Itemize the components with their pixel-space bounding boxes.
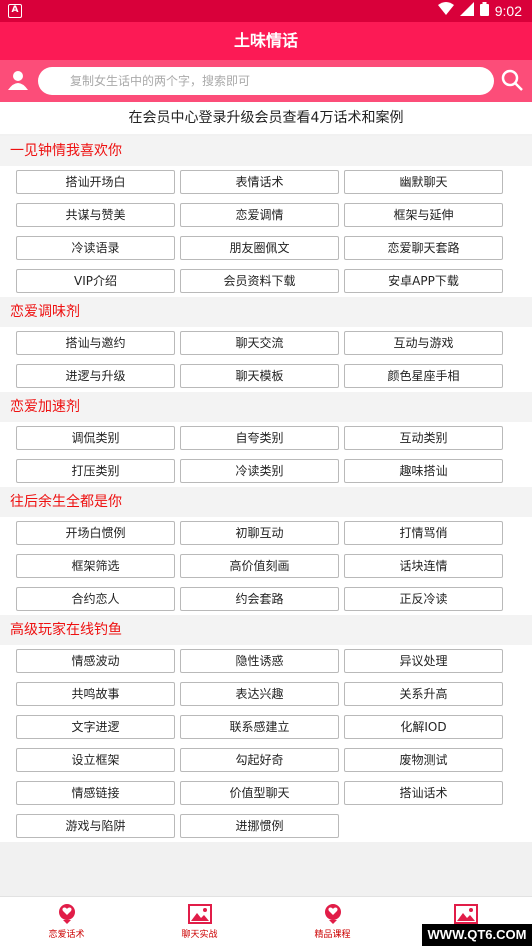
battery-icon	[479, 2, 489, 20]
category-button[interactable]: 框架筛选	[16, 554, 175, 578]
category-button[interactable]: VIP介绍	[16, 269, 175, 293]
category-button[interactable]: 聊天交流	[180, 331, 339, 355]
category-button[interactable]: 关系升高	[344, 682, 503, 706]
heart-badge-icon	[266, 903, 399, 925]
category-button[interactable]: 异议处理	[344, 649, 503, 673]
tab-label: 聊天实战	[181, 930, 218, 940]
category-button[interactable]: 表达兴趣	[180, 682, 339, 706]
category-button[interactable]: 聊天模板	[180, 364, 339, 388]
wifi-icon	[437, 2, 454, 20]
category-button[interactable]: 话块连情	[344, 554, 503, 578]
section-4: 往后余生全都是你 开场白惯例 初聊互动 打情骂俏 框架筛选 高价值刻画 话块连情…	[0, 487, 532, 615]
category-list: 一见钟情我喜欢你 搭讪开场白 表情话术 幽默聊天 共谋与赞美 恋爱调情 框架与延…	[0, 136, 532, 842]
category-button[interactable]: 打情骂俏	[344, 521, 503, 545]
category-button[interactable]: 恋爱调情	[180, 203, 339, 227]
category-button[interactable]: 化解IOD	[344, 715, 503, 739]
image-icon	[133, 903, 266, 925]
tab-premium-course[interactable]: 精品课程	[266, 897, 399, 946]
category-button[interactable]: 合约恋人	[16, 587, 175, 611]
category-button[interactable]: 隐性诱惑	[180, 649, 339, 673]
category-button[interactable]: 共鸣故事	[16, 682, 175, 706]
category-button[interactable]: 表情话术	[180, 170, 339, 194]
category-button[interactable]: 互动类别	[344, 426, 503, 450]
notification-icon: A	[8, 4, 22, 18]
tab-label: 恋爱话术	[48, 930, 85, 940]
category-button[interactable]: 共谋与赞美	[16, 203, 175, 227]
category-button[interactable]: 趣味搭讪	[344, 459, 503, 483]
category-button[interactable]: 框架与延伸	[344, 203, 503, 227]
status-bar: A 9:02	[0, 0, 532, 22]
category-button[interactable]: 初聊互动	[180, 521, 339, 545]
section-title: 一见钟情我喜欢你	[0, 136, 532, 166]
heart-badge-icon	[0, 903, 133, 925]
section-2: 恋爱调味剂 搭讪与邀约 聊天交流 互动与游戏 进逻与升级 聊天模板 颜色星座手相	[0, 297, 532, 392]
signal-icon	[459, 2, 474, 20]
section-title: 高级玩家在线钓鱼	[0, 615, 532, 645]
category-button[interactable]: 搭讪与邀约	[16, 331, 175, 355]
category-button[interactable]: 约会套路	[180, 587, 339, 611]
category-button[interactable]: 进逻与升级	[16, 364, 175, 388]
category-button[interactable]: 幽默聊天	[344, 170, 503, 194]
category-button[interactable]: 颜色星座手相	[344, 364, 503, 388]
category-button[interactable]: 勾起好奇	[180, 748, 339, 772]
tab-label: 精品课程	[314, 930, 351, 940]
category-button[interactable]: 互动与游戏	[344, 331, 503, 355]
tab-chat-practice[interactable]: 聊天实战	[133, 897, 266, 946]
category-button[interactable]: 冷读类别	[180, 459, 339, 483]
category-button[interactable]: 设立框架	[16, 748, 175, 772]
clock: 9:02	[494, 3, 522, 19]
category-button[interactable]: 联系感建立	[180, 715, 339, 739]
category-button[interactable]: 文字进逻	[16, 715, 175, 739]
category-button[interactable]: 会员资料下载	[180, 269, 339, 293]
category-button[interactable]: 打压类别	[16, 459, 175, 483]
section-title: 往后余生全都是你	[0, 487, 532, 517]
category-button[interactable]: 废物测试	[344, 748, 503, 772]
category-button[interactable]: 正反冷读	[344, 587, 503, 611]
search-input[interactable]: 复制女生话中的两个字，搜索即可	[38, 67, 494, 95]
category-button[interactable]: 开场白惯例	[16, 521, 175, 545]
member-banner[interactable]: 在会员中心登录升级会员查看4万话术和案例	[0, 102, 532, 134]
category-button[interactable]: 自夸类别	[180, 426, 339, 450]
category-button[interactable]: 情感波动	[16, 649, 175, 673]
category-button[interactable]: 游戏与陷阱	[16, 814, 175, 838]
category-button[interactable]: 情感链接	[16, 781, 175, 805]
category-button[interactable]: 冷读语录	[16, 236, 175, 260]
image-icon	[399, 903, 532, 925]
section-title: 恋爱加速剂	[0, 392, 532, 422]
tab-love-talk[interactable]: 恋爱话术	[0, 897, 133, 946]
app-title: 土味情话	[0, 22, 532, 60]
category-button[interactable]: 恋爱聊天套路	[344, 236, 503, 260]
category-button[interactable]: 进挪惯例	[180, 814, 339, 838]
search-icon[interactable]	[500, 68, 524, 92]
category-button[interactable]: 朋友圈佩文	[180, 236, 339, 260]
search-bar: 复制女生话中的两个字，搜索即可	[0, 60, 532, 102]
category-button[interactable]: 搭讪开场白	[16, 170, 175, 194]
watermark: WWW.QT6.COM	[422, 924, 532, 946]
category-button[interactable]: 价值型聊天	[180, 781, 339, 805]
category-button[interactable]: 搭讪话术	[344, 781, 503, 805]
category-button[interactable]: 调侃类别	[16, 426, 175, 450]
section-1: 一见钟情我喜欢你 搭讪开场白 表情话术 幽默聊天 共谋与赞美 恋爱调情 框架与延…	[0, 136, 532, 297]
category-button[interactable]: 安卓APP下载	[344, 269, 503, 293]
section-5: 高级玩家在线钓鱼 情感波动 隐性诱惑 异议处理 共鸣故事 表达兴趣 关系升高 文…	[0, 615, 532, 842]
section-title: 恋爱调味剂	[0, 297, 532, 327]
category-button[interactable]: 高价值刻画	[180, 554, 339, 578]
user-icon[interactable]	[6, 68, 30, 92]
section-3: 恋爱加速剂 调侃类别 自夸类别 互动类别 打压类别 冷读类别 趣味搭讪	[0, 392, 532, 487]
